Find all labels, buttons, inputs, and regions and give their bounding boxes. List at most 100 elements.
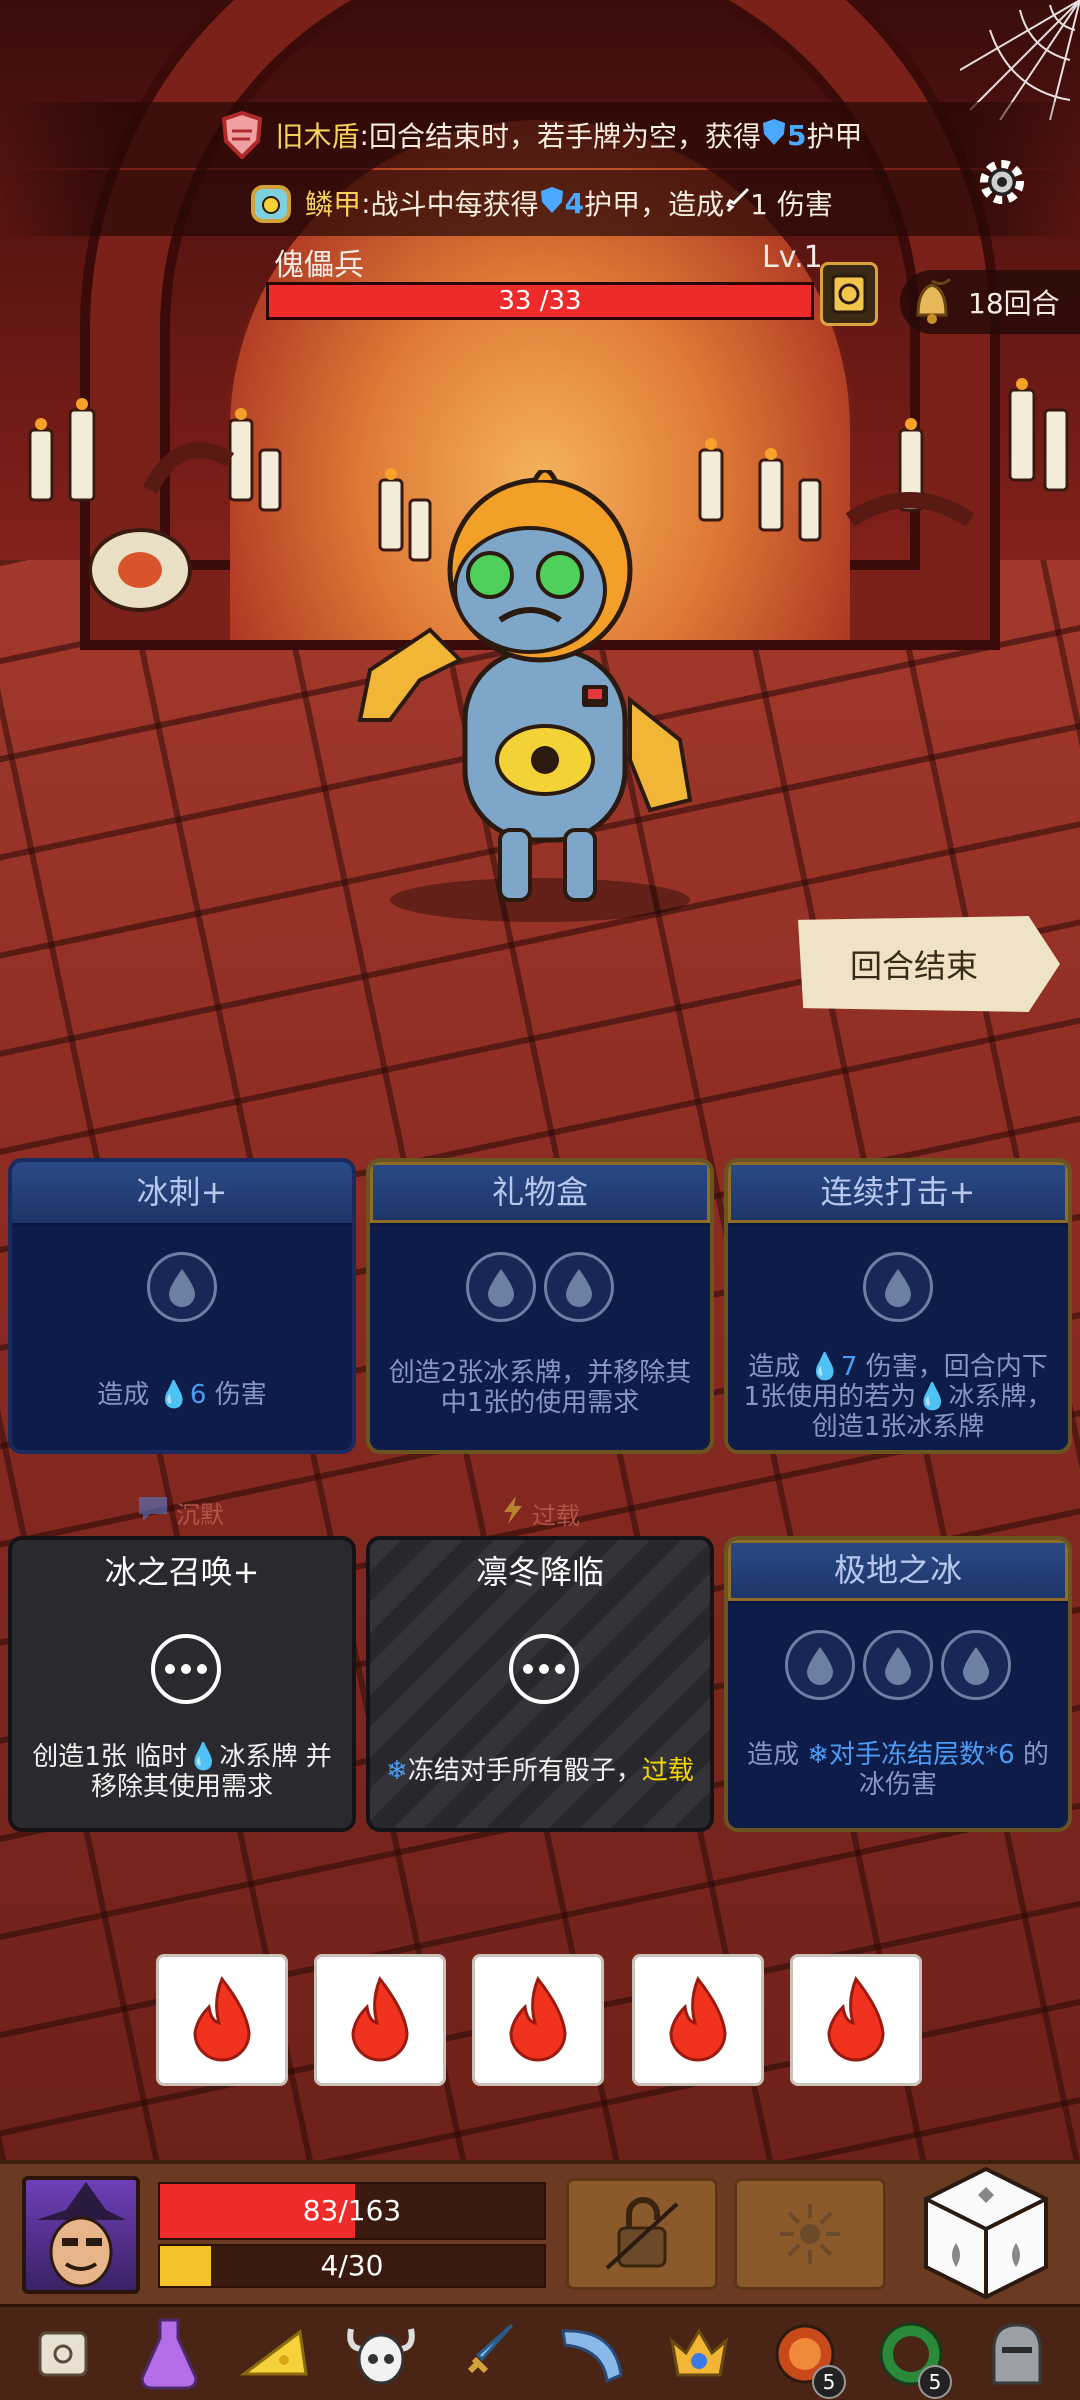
- potion-flask-icon: [140, 2318, 198, 2389]
- enemy-level: Lv.1: [762, 240, 823, 275]
- item-lava-orb[interactable]: 5: [760, 2309, 850, 2399]
- card-description: 造成 💧7 伤害，回合内下1张使用的若为💧冰系牌，创造1张冰系牌: [742, 1352, 1054, 1442]
- card-desc-highlight: 过载: [641, 1756, 694, 1786]
- item-tray: 5 5: [0, 2304, 1080, 2400]
- lightning-icon: [500, 1494, 526, 1532]
- fire-die-3[interactable]: [472, 1954, 604, 2086]
- card-title: 礼物盒: [370, 1162, 710, 1226]
- card-desc-text: 造成: [747, 1740, 808, 1770]
- fire-icon: [669, 1976, 727, 2062]
- fire-die-4[interactable]: [632, 1954, 764, 2086]
- roll-dice-button[interactable]: [912, 2158, 1060, 2308]
- enemy-health-bar: 33 /33: [266, 282, 814, 320]
- turn-counter-label: 18回合: [968, 287, 1060, 320]
- relic-desc-after: 1 伤害: [750, 188, 833, 221]
- item-potion[interactable]: [124, 2309, 214, 2399]
- card-cost: [12, 1252, 352, 1322]
- relic-desc-before: 回合结束时，若手牌为空，获得: [368, 120, 761, 153]
- relic-effect-scale-armor[interactable]: 鳞甲 : 战斗中每获得 4 护甲，造成 1 伤害: [0, 170, 1080, 236]
- card-desc-text: 造成: [97, 1380, 158, 1410]
- card-description: 造成 ❄对手冻结层数*6 的冰伤害: [742, 1740, 1054, 1800]
- speech-bubble-icon: [136, 1494, 170, 1530]
- relic-separator: :: [361, 186, 371, 220]
- more-options-icon: [509, 1634, 579, 1704]
- item-crystal-sword[interactable]: [442, 2309, 532, 2399]
- scroll-icon: [38, 2331, 88, 2376]
- relic-name: 旧木盾: [275, 120, 360, 153]
- card-description: 造成 💧6 伤害: [26, 1380, 338, 1410]
- fire-die-1[interactable]: [156, 1954, 288, 2086]
- enemy-name: 傀儡兵: [274, 248, 364, 283]
- fire-die-2[interactable]: [314, 1954, 446, 2086]
- knight-helmet-icon: [992, 2322, 1042, 2384]
- water-drop-icon: 💧: [808, 1352, 841, 1382]
- wizard-portrait-icon: [36, 2182, 126, 2288]
- card-desc-text: 冻结对手所有骰子，: [407, 1756, 642, 1786]
- relic-shield-value: 5: [786, 118, 807, 152]
- fire-die-5[interactable]: [790, 1954, 922, 2086]
- item-gold-crown[interactable]: [654, 2309, 744, 2399]
- broken-lock-icon: [605, 2197, 679, 2270]
- item-knight-helmet[interactable]: [972, 2309, 1062, 2399]
- item-horned-skull[interactable]: [336, 2309, 426, 2399]
- wooden-shield-icon: [218, 111, 266, 159]
- card-desc-highlight: 对手冻结层数*6: [829, 1740, 1015, 1770]
- player-avatar[interactable]: [22, 2176, 140, 2294]
- card-ice-spike-plus[interactable]: 冰刺+ 造成 💧6 伤害: [8, 1158, 356, 1454]
- relic-separator: :: [359, 118, 369, 152]
- settings-gear-button[interactable]: [970, 150, 1034, 214]
- card-gift-box[interactable]: 礼物盒 创造2张冰系牌，并移除其中1张的使用需求: [366, 1158, 714, 1454]
- end-turn-button[interactable]: 回合结束: [798, 916, 1060, 1012]
- sword-icon: [724, 187, 750, 220]
- relic-effect-old-wooden-shield[interactable]: 旧木盾 : 回合结束时，若手牌为空，获得 5 护甲: [0, 102, 1080, 168]
- relic-desc-before: 战斗中每获得: [370, 188, 539, 221]
- water-drop-icon: [863, 1630, 933, 1700]
- card-desc-text: 造成: [748, 1352, 809, 1382]
- water-drop-icon: [941, 1630, 1011, 1700]
- water-drop-icon: [466, 1252, 536, 1322]
- lock-dice-button[interactable]: [566, 2178, 718, 2290]
- snowflake-icon: ❄: [386, 1756, 408, 1786]
- card-cost: [728, 1252, 1068, 1322]
- horn-icon: [561, 2328, 623, 2383]
- item-count-badge: 5: [918, 2364, 952, 2399]
- card-title: 极地之冰: [728, 1540, 1068, 1604]
- intent-book-icon: [831, 274, 867, 314]
- water-drop-icon: 💧: [916, 1382, 949, 1412]
- card-title: 冰之召唤+: [104, 1553, 260, 1591]
- silence-tag: 沉默: [136, 1494, 224, 1530]
- card-cost: [728, 1630, 1068, 1700]
- enemy-intent-button[interactable]: [820, 262, 878, 326]
- item-green-ring[interactable]: 5: [866, 2309, 956, 2399]
- item-horn[interactable]: [548, 2309, 638, 2399]
- card-ice-summon-plus[interactable]: 冰之召唤+ 创造1张 临时💧冰系牌 并移除其使用需求: [8, 1536, 356, 1832]
- bell-icon: [904, 274, 960, 330]
- card-description: 创造2张冰系牌，并移除其中1张的使用需求: [388, 1358, 692, 1418]
- card-polar-ice[interactable]: 极地之冰 造成 ❄对手冻结层数*6 的冰伤害: [724, 1536, 1072, 1832]
- player-health-text: 83/163: [302, 2194, 402, 2227]
- water-drop-icon: [544, 1252, 614, 1322]
- player-energy-text: 4/30: [320, 2249, 384, 2282]
- relic-name: 鳞甲: [305, 188, 362, 221]
- silence-tag-label: 沉默: [176, 1500, 224, 1529]
- item-cheese[interactable]: [230, 2309, 320, 2399]
- card-winter-comes[interactable]: 凛冬降临 ❄冻结对手所有骰子，过载: [366, 1536, 714, 1832]
- puppet-soldier-monster: [357, 470, 693, 922]
- shield-icon: [761, 118, 787, 153]
- relic-shield-value: 4: [564, 186, 585, 220]
- dice-burst-icon: [780, 2204, 840, 2264]
- relic-desc-after: 护甲: [806, 120, 863, 153]
- reroll-dice-button[interactable]: [734, 2178, 886, 2290]
- card-combo-strike-plus[interactable]: 连续打击+ 造成 💧7 伤害，回合内下1张使用的若为💧冰系牌，创造1张冰系牌: [724, 1158, 1072, 1454]
- card-title: 连续打击+: [728, 1162, 1068, 1226]
- shield-icon: [539, 186, 565, 221]
- item-scroll[interactable]: [18, 2309, 108, 2399]
- turn-counter: 18回合: [900, 270, 1080, 334]
- water-drop-icon: [785, 1630, 855, 1700]
- crystal-sword-icon: [467, 2323, 514, 2373]
- fire-icon: [827, 1976, 885, 2062]
- water-drop-icon: 💧: [157, 1380, 190, 1410]
- card-desc-text: 伤害: [206, 1380, 267, 1410]
- player-health-bar: 83/163: [158, 2182, 546, 2240]
- card-title: 凛冬降临: [475, 1553, 604, 1591]
